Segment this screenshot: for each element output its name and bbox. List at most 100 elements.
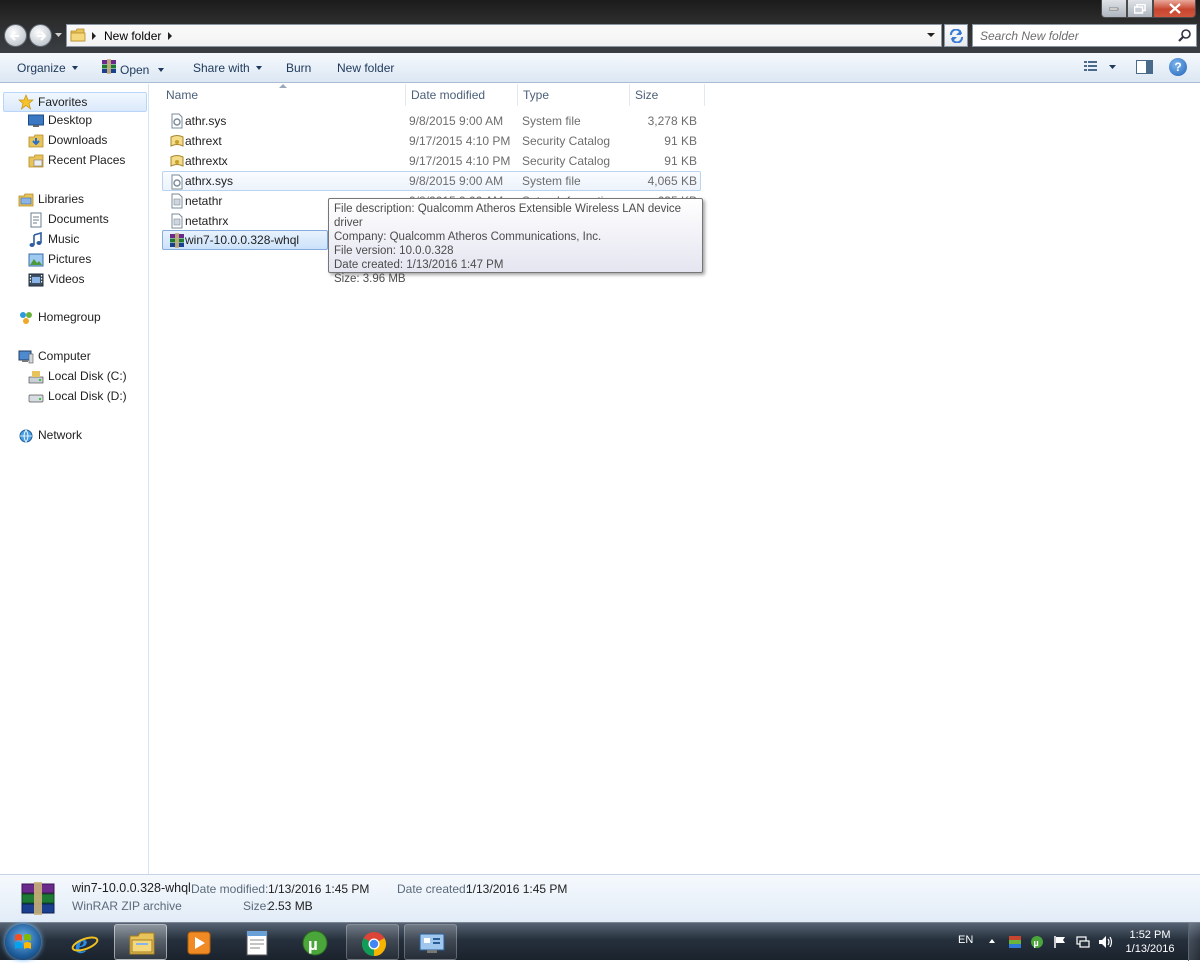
winrar-tray-icon[interactable] [1008, 935, 1022, 949]
show-hidden-icons-icon[interactable] [988, 937, 996, 945]
taskbar-notepad[interactable] [230, 924, 283, 960]
breadcrumb-new-folder[interactable]: New folder [104, 29, 161, 43]
refresh-button[interactable] [944, 24, 968, 47]
remote-desktop-icon [419, 933, 445, 953]
nav-desktop-label: Desktop [48, 113, 93, 127]
file-row[interactable]: athrextx 9/17/2015 4:10 PM Security Cata… [163, 151, 701, 171]
preview-pane-button[interactable] [1136, 60, 1154, 78]
nav-favorites[interactable]: Favorites [3, 92, 147, 112]
restore-icon [1134, 3, 1146, 14]
file-name: athr.sys [185, 114, 227, 128]
command-bar: Organize Open Share with Burn New folder… [0, 53, 1200, 83]
details-file-name: win7-10.0.0.328-whql [72, 881, 191, 895]
file-name: netathrx [185, 214, 229, 228]
details-pane: win7-10.0.0.328-whql WinRAR ZIP archive … [0, 874, 1200, 922]
recent-places-icon [28, 154, 44, 168]
back-button[interactable] [4, 24, 27, 47]
start-button[interactable] [5, 924, 41, 960]
taskbar-media-player[interactable] [172, 924, 225, 960]
breadcrumb-separator-icon[interactable] [92, 32, 96, 40]
minimize-button[interactable] [1101, 0, 1127, 18]
winrar-archive-icon [21, 882, 55, 915]
sys-file-icon [171, 174, 183, 190]
clock-time: 1:52 PM [1129, 929, 1171, 941]
folder-icon [70, 28, 86, 42]
file-name: athrext [185, 134, 222, 148]
taskbar-internet-explorer[interactable]: e [58, 924, 111, 960]
address-dropdown-icon[interactable] [927, 33, 935, 37]
share-with-button[interactable]: Share with [193, 61, 262, 75]
tooltip-date-created: Date created: 1/13/2016 1:47 PM [334, 259, 504, 271]
network-tray-icon[interactable] [1076, 935, 1090, 949]
file-type: Security Catalog [522, 154, 611, 168]
windows-explorer-icon [129, 932, 155, 955]
breadcrumb-separator-icon[interactable] [168, 32, 172, 40]
close-button[interactable] [1153, 0, 1196, 18]
winrar-archive-icon [170, 233, 184, 248]
file-type: System file [522, 114, 581, 128]
action-center-flag-icon[interactable] [1053, 935, 1067, 949]
organize-button[interactable]: Organize [17, 61, 78, 75]
column-header-size[interactable]: Size [629, 84, 705, 106]
system-tray: EN µ 1:52 PM 1/13/2016 [950, 923, 1200, 961]
file-info-tooltip: File description: Qualcomm Atheros Exten… [328, 198, 703, 285]
utorrent-icon: µ [302, 930, 328, 956]
internet-explorer-icon: e [71, 929, 99, 957]
open-label: Open [120, 63, 150, 77]
details-date-modified: 1/13/2016 1:45 PM [268, 882, 370, 896]
column-header-size-label: Size [635, 88, 659, 102]
clock-date: 1/13/2016 [1125, 943, 1175, 955]
column-header-type[interactable]: Type [517, 84, 630, 106]
clock[interactable]: 1:52 PM 1/13/2016 [1120, 928, 1180, 956]
nav-downloads-label: Downloads [48, 133, 108, 147]
volume-icon[interactable] [1098, 935, 1114, 949]
file-row[interactable]: athrext 9/17/2015 4:10 PM Security Catal… [163, 131, 701, 151]
change-view-button[interactable] [1084, 60, 1120, 77]
taskbar-chrome[interactable] [346, 924, 399, 960]
music-icon [29, 232, 42, 247]
file-size: 3,278 KB [647, 114, 697, 128]
nav-local-disk-d-label: Local Disk (D:) [48, 389, 127, 403]
open-button[interactable]: Open [101, 59, 165, 77]
taskbar-windows-explorer[interactable] [114, 924, 167, 960]
show-desktop-button[interactable] [1188, 923, 1200, 961]
taskbar-utorrent[interactable]: µ [288, 924, 341, 960]
inf-file-icon [171, 213, 183, 229]
new-folder-label: New folder [337, 61, 395, 75]
file-date: 9/17/2015 4:10 PM [409, 154, 511, 168]
recent-pages-chevron-icon[interactable] [54, 30, 63, 40]
address-bar[interactable]: New folder [66, 24, 942, 47]
sys-file-icon [171, 113, 183, 129]
file-date: 9/17/2015 4:10 PM [409, 134, 511, 148]
view-options-icon [1084, 61, 1116, 71]
file-name: netathr [185, 194, 223, 208]
minimize-icon [1109, 7, 1119, 10]
tooltip-size: Size: 3.96 MB [334, 273, 406, 285]
file-row[interactable]: win7-10.0.0.328-whql [162, 230, 328, 250]
file-row[interactable]: athr.sys 9/8/2015 9:00 AM System file 3,… [163, 111, 701, 131]
homegroup-icon [20, 312, 32, 324]
new-folder-button[interactable]: New folder [337, 61, 394, 75]
close-icon [1168, 3, 1181, 14]
burn-button[interactable]: Burn [286, 61, 311, 75]
language-indicator[interactable]: EN [958, 934, 973, 946]
libraries-icon [18, 193, 34, 207]
forward-button[interactable] [29, 24, 52, 47]
organize-label: Organize [17, 61, 66, 75]
taskbar-remote-desktop[interactable] [404, 924, 457, 960]
documents-icon [30, 212, 42, 228]
file-row[interactable]: athrx.sys 9/8/2015 9:00 AM System file 4… [162, 171, 701, 191]
restore-button[interactable] [1127, 0, 1153, 18]
search-box[interactable] [972, 24, 1197, 47]
help-icon[interactable]: ? [1169, 58, 1187, 76]
back-arrow-icon [9, 31, 19, 41]
column-header-date-modified[interactable]: Date modified [405, 84, 518, 106]
search-input[interactable] [973, 25, 1169, 46]
forward-arrow-icon [37, 31, 47, 41]
file-size: 91 KB [664, 134, 697, 148]
videos-icon [28, 273, 44, 287]
column-header-name-label: Name [166, 88, 199, 102]
utorrent-tray-icon[interactable]: µ [1030, 935, 1044, 949]
search-icon[interactable] [1178, 29, 1192, 43]
details-size: 2.53 MB [268, 899, 313, 913]
